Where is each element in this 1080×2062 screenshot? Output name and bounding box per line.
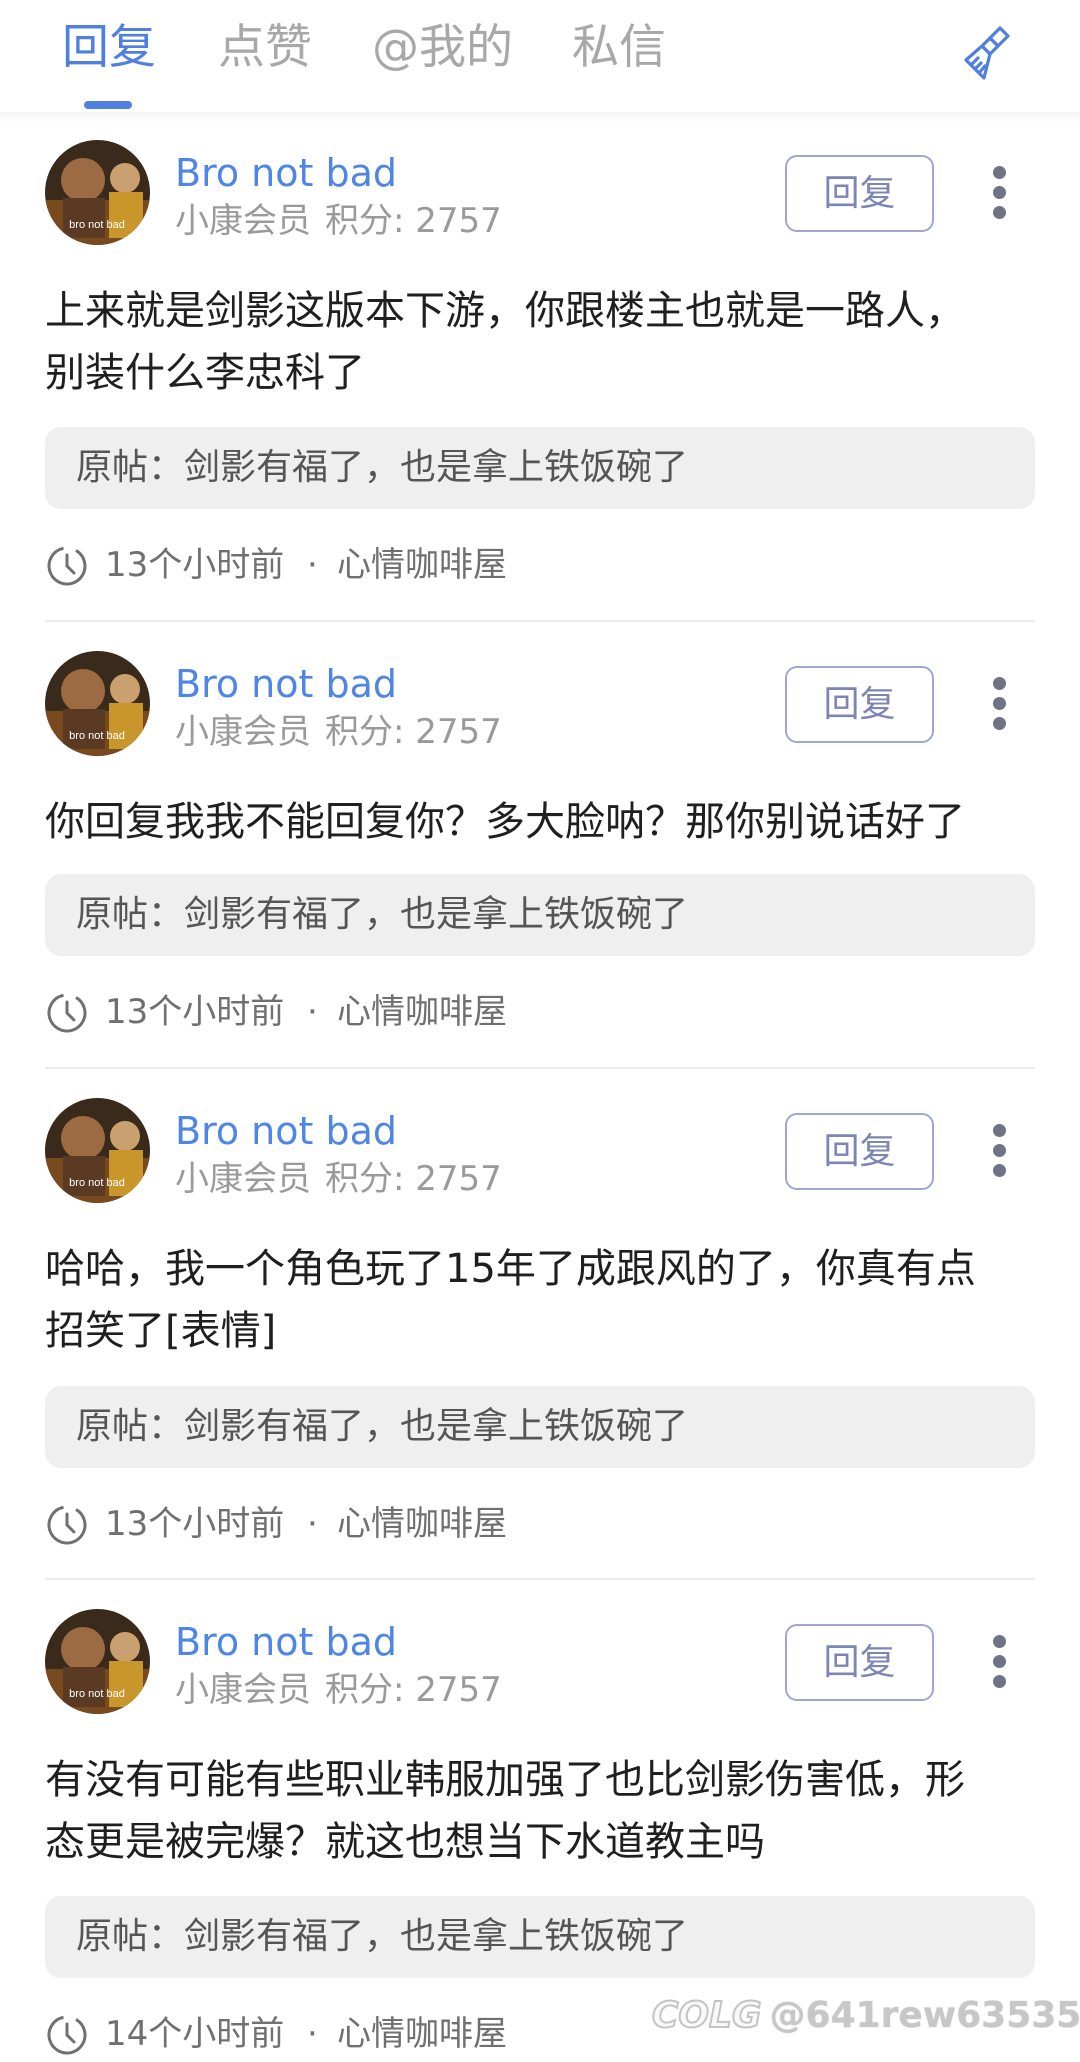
- avatar[interactable]: bro not bad: [45, 651, 150, 756]
- separator-dot: ·: [307, 1504, 318, 1544]
- timestamp: 14个小时前: [105, 2014, 285, 2054]
- points: 积分: 2757: [325, 1670, 502, 1710]
- username[interactable]: Bro not bad: [175, 148, 397, 198]
- points: 积分: 2757: [325, 1159, 502, 1199]
- separator-dot: ·: [307, 2014, 318, 2054]
- tab-replies[interactable]: 回复: [62, 16, 156, 80]
- member-level: 小康会员: [175, 1159, 311, 1199]
- watermark-handle: @641rew635356: [769, 1995, 1080, 2036]
- user-meta: 小康会员 积分: 2757: [175, 198, 502, 244]
- clock-icon: [47, 546, 87, 586]
- username[interactable]: Bro not bad: [175, 1617, 397, 1667]
- username[interactable]: Bro not bad: [175, 659, 397, 709]
- user-meta: 小康会员 积分: 2757: [175, 709, 502, 755]
- divider: [45, 620, 1035, 622]
- original-post-link[interactable]: 原帖：剑影有福了，也是拿上铁饭碗了: [45, 874, 1035, 956]
- forum-link[interactable]: 心情咖啡屋: [337, 2009, 507, 2059]
- timestamp: 13个小时前: [105, 1504, 285, 1544]
- forum-link[interactable]: 心情咖啡屋: [337, 987, 507, 1037]
- username[interactable]: Bro not bad: [175, 1106, 397, 1156]
- member-level: 小康会员: [175, 1670, 311, 1710]
- watermark-logo: COLG: [651, 1994, 763, 2037]
- avatar-caption: bro not bad: [69, 1688, 125, 1700]
- original-post-link[interactable]: 原帖：剑影有福了，也是拿上铁饭碗了: [45, 1386, 1035, 1468]
- reply-button[interactable]: 回复: [785, 666, 934, 743]
- divider: [45, 1578, 1035, 1580]
- avatar-caption: bro not bad: [69, 1177, 125, 1189]
- tab-messages[interactable]: 私信: [572, 16, 666, 80]
- tab-mentions[interactable]: @我的: [372, 16, 513, 80]
- header-shadow: [0, 112, 1080, 122]
- timestamp: 13个小时前: [105, 545, 285, 585]
- divider: [45, 1067, 1035, 1069]
- more-options-icon[interactable]: [984, 164, 1016, 224]
- reply-content: 上来就是剑影这版本下游，你跟楼主也就是一路人， 别装什么李忠科了: [45, 288, 965, 396]
- clock-icon: [47, 2015, 87, 2055]
- forum-link[interactable]: 心情咖啡屋: [337, 1499, 507, 1549]
- more-options-icon[interactable]: [984, 1122, 1016, 1182]
- broom-icon[interactable]: [960, 22, 1024, 86]
- avatar[interactable]: bro not bad: [45, 1609, 150, 1714]
- original-post-link[interactable]: 原帖：剑影有福了，也是拿上铁饭碗了: [45, 427, 1035, 509]
- member-level: 小康会员: [175, 201, 311, 241]
- clock-icon: [47, 993, 87, 1033]
- timestamp: 13个小时前: [105, 992, 285, 1032]
- points: 积分: 2757: [325, 201, 502, 241]
- points: 积分: 2757: [325, 712, 502, 752]
- reply-button[interactable]: 回复: [785, 155, 934, 232]
- active-tab-indicator: [84, 101, 132, 109]
- separator-dot: ·: [307, 545, 318, 585]
- more-options-icon[interactable]: [984, 1633, 1016, 1693]
- original-post-link[interactable]: 原帖：剑影有福了，也是拿上铁饭碗了: [45, 1896, 1035, 1978]
- avatar[interactable]: bro not bad: [45, 140, 150, 245]
- more-options-icon[interactable]: [984, 675, 1016, 735]
- separator-dot: ·: [307, 992, 318, 1032]
- reply-content: 你回复我我不能回复你？多大脸呐？那你别说话好了: [45, 799, 965, 845]
- avatar-caption: bro not bad: [69, 730, 125, 742]
- tab-bar: 回复 点赞 @我的 私信: [0, 0, 1080, 115]
- user-meta: 小康会员 积分: 2757: [175, 1156, 502, 1202]
- reply-button[interactable]: 回复: [785, 1113, 934, 1190]
- reply-button[interactable]: 回复: [785, 1624, 934, 1701]
- user-meta: 小康会员 积分: 2757: [175, 1667, 502, 1713]
- watermark: COLG @641rew635356: [651, 1994, 1080, 2037]
- avatar[interactable]: bro not bad: [45, 1098, 150, 1203]
- reply-content: 有没有可能有些职业韩服加强了也比剑影伤害低，形 态更是被完爆？就这也想当下水道教…: [45, 1757, 965, 1865]
- tab-likes[interactable]: 点赞: [218, 16, 312, 80]
- member-level: 小康会员: [175, 712, 311, 752]
- avatar-caption: bro not bad: [69, 219, 125, 231]
- forum-link[interactable]: 心情咖啡屋: [337, 540, 507, 590]
- clock-icon: [47, 1505, 87, 1545]
- reply-content: 哈哈，我一个角色玩了15年了成跟风的了，你真有点 招笑了[表情]: [45, 1246, 976, 1354]
